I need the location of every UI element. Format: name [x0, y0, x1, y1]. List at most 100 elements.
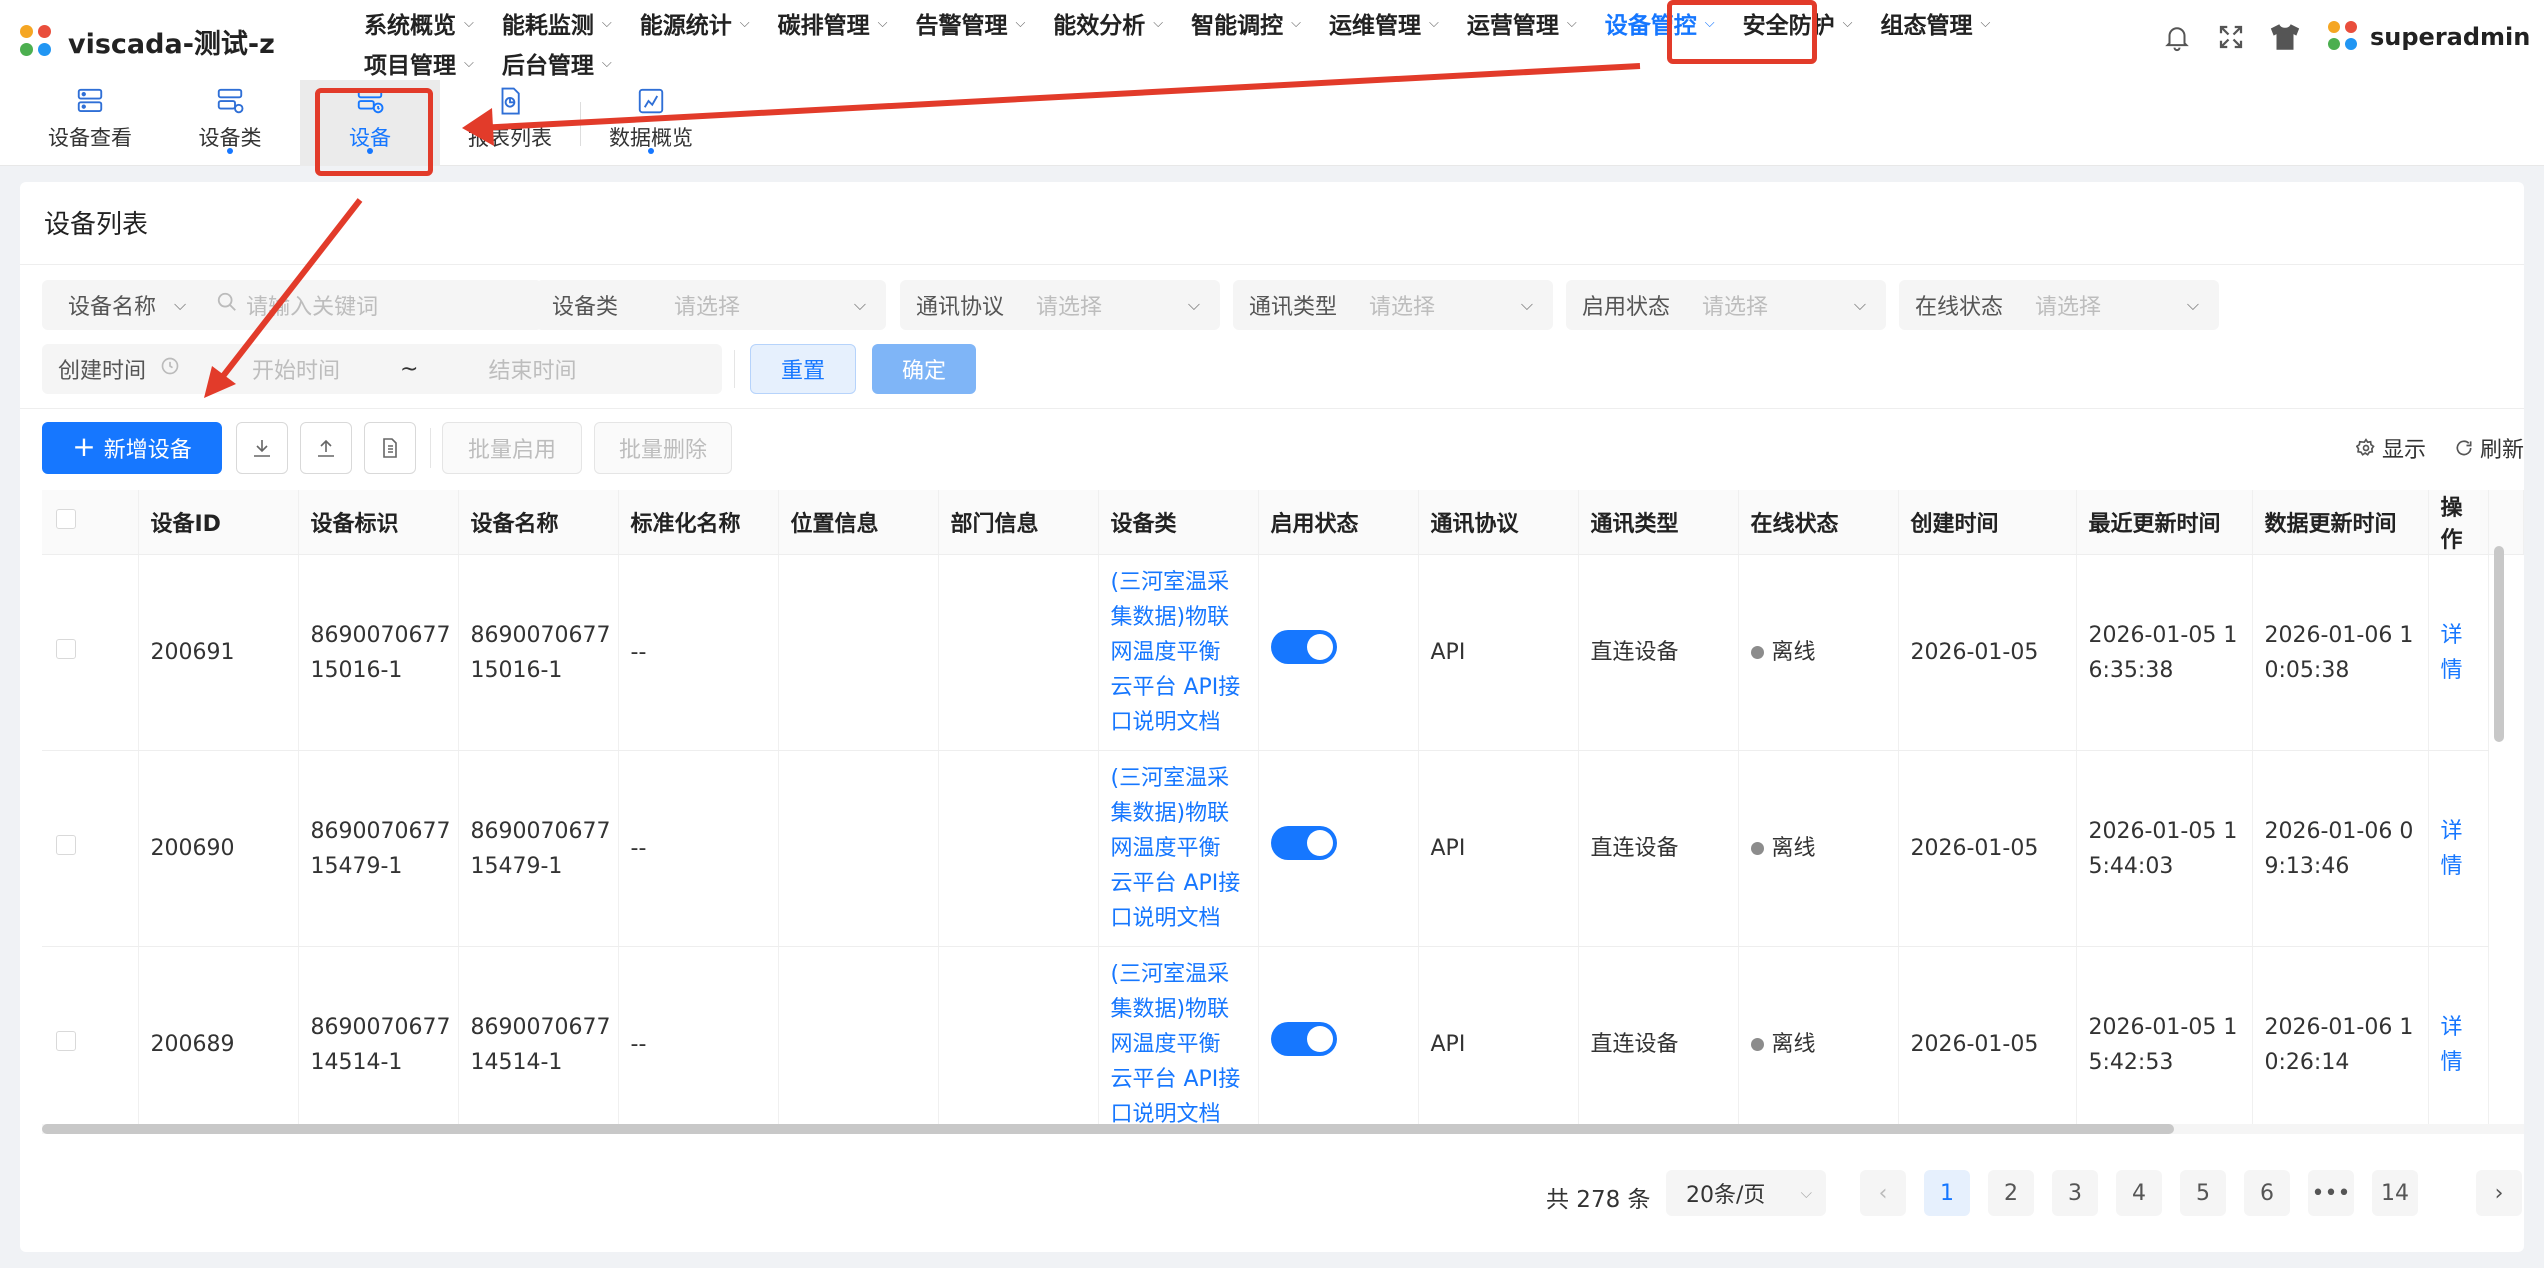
nav-item-row1-4[interactable]: 告警管理 ⌵: [901, 2, 1039, 44]
time-line: 2026-01-06 1: [2264, 622, 2414, 648]
batch-enable-button[interactable]: 批量启用: [442, 422, 582, 474]
nav-item-row1-0[interactable]: 系统概览 ⌵: [350, 2, 488, 44]
device-class-link[interactable]: (三河室温采 集数据)物联 网温度平衡 云平台 API接 口说明文档: [1098, 750, 1259, 947]
download-button[interactable]: [236, 422, 288, 474]
vertical-scrollbar[interactable]: [2494, 546, 2504, 742]
tab-device[interactable]: 设备: [300, 80, 440, 166]
chevron-down-icon: ⌵: [464, 55, 474, 71]
nav-item-row1-5[interactable]: 能效分析 ⌵: [1039, 2, 1177, 44]
device-id: 200690: [138, 750, 299, 947]
status-dot: [1750, 842, 1764, 855]
details-link[interactable]: 详情: [2428, 554, 2489, 751]
page-button[interactable]: 4: [2116, 1170, 2162, 1216]
page-button[interactable]: 2: [1988, 1170, 2034, 1216]
data-updated: 2026-01-06 0 9:13:46: [2252, 750, 2429, 947]
page-button[interactable]: 5: [2180, 1170, 2226, 1216]
row-checkbox[interactable]: [56, 1031, 76, 1051]
batch-delete-button[interactable]: 批量删除: [594, 422, 732, 474]
page-button[interactable]: 1: [1924, 1170, 1970, 1216]
protocol: API: [1418, 750, 1579, 947]
nav-item-row1-1[interactable]: 能耗监测 ⌵: [488, 2, 626, 44]
end-time-input[interactable]: 结束时间: [488, 353, 576, 385]
nav-item-row2-1[interactable]: 后台管理 ⌵: [488, 42, 626, 84]
chevron-down-icon: ⌵: [1187, 295, 1200, 314]
nav-item-row1-3[interactable]: 碳排管理 ⌵: [764, 2, 902, 44]
confirm-button[interactable]: 确定: [872, 344, 976, 394]
theme-shirt-icon[interactable]: [2268, 20, 2302, 54]
table-row[interactable]: 200691 8690070677 15016-1 8690070677 15016…: [42, 554, 2524, 751]
filter-label: 通讯协议: [916, 295, 1005, 320]
tab-device-view[interactable]: 设备查看: [20, 80, 160, 166]
page-ellipsis[interactable]: •••: [2308, 1170, 2354, 1216]
tab-device-class[interactable]: 设备类: [160, 80, 300, 166]
time-line: 5:42:53: [2088, 1049, 2174, 1075]
horizontal-scrollbar[interactable]: [42, 1124, 2524, 1134]
title-divider: [20, 264, 2524, 265]
enable-toggle[interactable]: [1270, 826, 1337, 860]
reset-button[interactable]: 重置: [750, 344, 856, 394]
app-logo[interactable]: viscada-测试-z: [20, 22, 275, 61]
enable-toggle[interactable]: [1270, 630, 1337, 664]
nav-item-row2-0[interactable]: 项目管理 ⌵: [350, 42, 488, 84]
table-row[interactable]: 200689 8690070677 14514-1 8690070677 14514…: [42, 946, 2524, 1130]
nav-item-row1-9[interactable]: 设备管控 ⌵: [1591, 2, 1729, 44]
export-doc-button[interactable]: [364, 422, 416, 474]
upload-button[interactable]: [300, 422, 352, 474]
bell-icon[interactable]: [2160, 20, 2194, 54]
row-checkbox[interactable]: [56, 639, 76, 659]
display-toggle[interactable]: 显示: [2355, 432, 2426, 464]
nav-item-row1-7[interactable]: 运维管理 ⌵: [1315, 2, 1453, 44]
tab-report-list[interactable]: 报表列表: [440, 80, 580, 166]
online-status-filter[interactable]: 在线状态 请选择 ⌵: [1899, 280, 2219, 330]
next-page-button[interactable]: ›: [2476, 1170, 2522, 1216]
protocol-filter[interactable]: 通讯协议 请选择 ⌵: [900, 280, 1220, 330]
online-status: 离线: [1771, 1032, 1816, 1057]
location: [778, 750, 939, 947]
nav-item-row1-8[interactable]: 运营管理 ⌵: [1453, 2, 1591, 44]
user-menu[interactable]: superadmin: [2328, 21, 2530, 53]
row-select-cell[interactable]: [42, 554, 139, 751]
tab-data-overview[interactable]: 数据概览: [581, 80, 721, 166]
page-button[interactable]: 14: [2372, 1170, 2418, 1216]
user-name: superadmin: [2370, 23, 2531, 51]
details-link[interactable]: 详情: [2428, 946, 2489, 1130]
page-size-select[interactable]: 20条/页 ⌵: [1666, 1170, 1826, 1216]
device-name-filter[interactable]: 设备名称 ⌵ 请输入关键词: [42, 280, 542, 330]
page-button[interactable]: 3: [2052, 1170, 2098, 1216]
chevron-down-icon[interactable]: ⌵: [174, 295, 186, 315]
start-time-input[interactable]: 开始时间: [252, 353, 340, 385]
device-class-link[interactable]: (三河室温采 集数据)物联 网温度平衡 云平台 API接 口说明文档: [1098, 554, 1259, 751]
enable-toggle[interactable]: [1270, 1022, 1337, 1056]
search-icon: [216, 291, 238, 319]
created-time-filter[interactable]: 创建时间 开始时间 ~ 结束时间: [42, 344, 722, 394]
refresh-button[interactable]: 刷新: [2454, 432, 2524, 464]
row-select-cell[interactable]: [42, 946, 139, 1130]
scrollbar-thumb[interactable]: [42, 1124, 2174, 1134]
filter-label: 设备类: [552, 295, 619, 320]
search-input[interactable]: 请输入关键词: [246, 289, 378, 321]
row-select-cell[interactable]: [42, 750, 139, 947]
nav-item-row1-10[interactable]: 安全防护 ⌵: [1729, 2, 1867, 44]
header-actions: superadmin: [2160, 20, 2530, 54]
nav-item-row1-2[interactable]: 能源统计 ⌵: [626, 2, 764, 44]
ident-line: 8690070677: [310, 1014, 451, 1040]
page-button[interactable]: 6: [2244, 1170, 2290, 1216]
column-header: 操作: [2428, 490, 2489, 555]
device-class-link[interactable]: (三河室温采 集数据)物联 网温度平衡 云平台 API接 口说明文档: [1098, 946, 1259, 1130]
logo-icon: [20, 24, 54, 59]
nav-item-row1-6[interactable]: 智能调控 ⌵: [1177, 2, 1315, 44]
prev-page-button[interactable]: ‹: [1860, 1170, 1906, 1216]
device-class-filter[interactable]: 设备类 请选择 ⌵: [536, 280, 886, 330]
comm-type: 直连设备: [1578, 750, 1739, 947]
fullscreen-icon[interactable]: [2214, 20, 2248, 54]
top-header: viscada-测试-z 系统概览 ⌵ 能耗监测 ⌵ 能源统计 ⌵ 碳排管理 ⌵ 告警管理 ⌵ 能效…: [0, 0, 2544, 166]
select-all-checkbox[interactable]: [56, 509, 76, 529]
enable-status-filter[interactable]: 启用状态 请选择 ⌵: [1566, 280, 1886, 330]
nav-item-row1-11[interactable]: 组态管理 ⌵: [1866, 2, 2004, 44]
add-device-button[interactable]: + 新增设备: [42, 422, 222, 474]
table-row[interactable]: 200690 8690070677 15479-1 8690070677 15479…: [42, 750, 2524, 947]
comm-type-filter[interactable]: 通讯类型 请选择 ⌵: [1233, 280, 1553, 330]
row-checkbox[interactable]: [56, 835, 76, 855]
select-all-cell[interactable]: [42, 490, 139, 555]
details-link[interactable]: 详情: [2428, 750, 2489, 947]
